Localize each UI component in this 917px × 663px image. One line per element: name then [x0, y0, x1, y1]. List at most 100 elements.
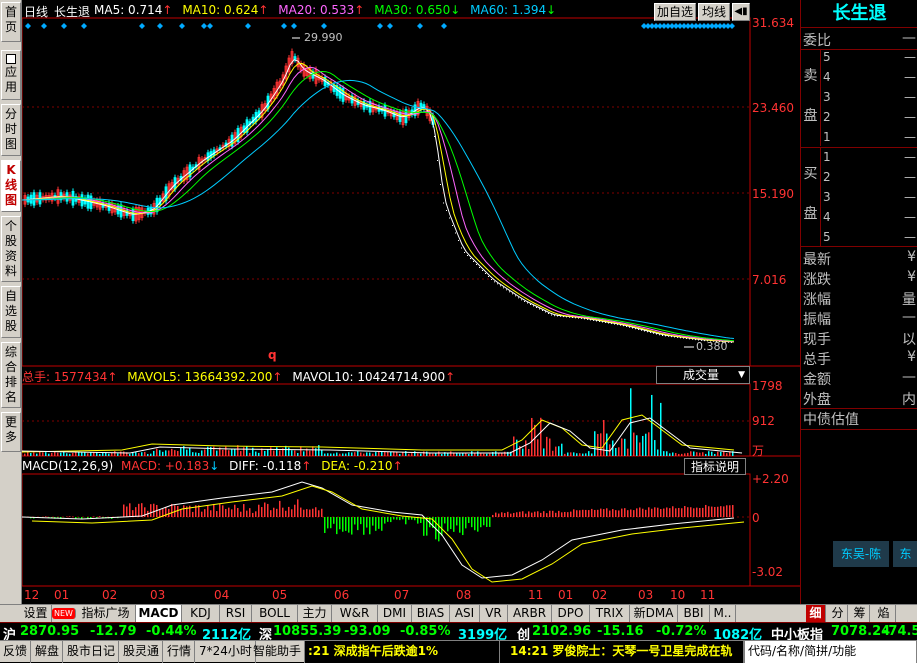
indicator-tab[interactable]: MACD	[136, 605, 182, 623]
search-input[interactable]: 代码/名称/简拼/功能	[744, 641, 917, 663]
sell-level-row[interactable]: 2—	[823, 110, 917, 124]
buy-level-row[interactable]: 4—	[823, 210, 917, 224]
event-marker-icon[interactable]	[139, 23, 145, 29]
event-marker-icon[interactable]	[417, 23, 423, 29]
news-ticker-1[interactable]: :21 深成指午后跌逾1%	[305, 641, 500, 663]
time-axis-label: 10	[670, 588, 685, 602]
news-24h-button[interactable]: 7*24小时	[196, 641, 256, 663]
event-marker-icon[interactable]	[387, 23, 393, 29]
event-marker-icon[interactable]	[25, 23, 31, 29]
volume-bar	[30, 453, 32, 456]
macd-hist-bar	[348, 517, 350, 533]
indicator-tab[interactable]: DPO	[552, 605, 590, 623]
broker-button[interactable]: 东吴-陈	[833, 541, 889, 567]
sell-level-row[interactable]: 4—	[823, 70, 917, 84]
event-marker-icon[interactable]	[207, 23, 213, 29]
stock-link-button[interactable]: 股灵通	[120, 641, 163, 663]
indicator-tab[interactable]: ARBR	[508, 605, 552, 623]
indicator-tab[interactable]: BIAS	[412, 605, 450, 623]
sidebar-item-stock-info[interactable]: 个股资料	[1, 216, 21, 282]
event-marker-icon[interactable]	[441, 23, 447, 29]
event-marker-icon[interactable]	[377, 23, 383, 29]
add-watchlist-button[interactable]: 加自选	[654, 3, 696, 21]
indicator-tab[interactable]: M..	[710, 605, 736, 623]
event-marker-icon[interactable]	[321, 23, 327, 29]
volume-bar	[180, 448, 182, 456]
volume-bar	[108, 454, 110, 456]
indicator-tab[interactable]: ASI	[450, 605, 480, 623]
buy-level-row[interactable]: 3—	[823, 190, 917, 204]
indicator-tab[interactable]: RSI	[220, 605, 252, 623]
macd-hist-bar	[252, 513, 254, 517]
sidebar-item-watchlist[interactable]: 自选股	[1, 286, 21, 338]
volume-bar	[702, 452, 704, 456]
indicator-tab[interactable]: 新DMA	[630, 605, 678, 623]
diary-button[interactable]: 股市日记	[64, 641, 119, 663]
volume-bar	[549, 439, 551, 456]
level-number: 4	[823, 210, 831, 224]
event-marker-icon[interactable]	[729, 23, 735, 29]
event-marker-icon[interactable]	[41, 23, 47, 29]
sidebar-item-more[interactable]: 更多	[1, 412, 21, 452]
macd-hist-bar	[669, 508, 671, 517]
indicator-tab[interactable]: VR	[480, 605, 508, 623]
volume-indicator-select[interactable]: 成交量▼	[656, 366, 750, 384]
macd-hist-bar	[321, 509, 323, 517]
indicator-tab[interactable]: TRIX	[590, 605, 630, 623]
sidebar-item-ranking[interactable]: 综合排名	[1, 342, 21, 408]
panel-tab[interactable]: 筹	[850, 605, 870, 623]
indicator-tab[interactable]: 主力	[298, 605, 332, 623]
event-marker-icon[interactable]	[201, 23, 207, 29]
event-marker-icon[interactable]	[281, 23, 287, 29]
sidebar-item-timeshare[interactable]: 分时图	[1, 104, 21, 156]
news-ticker-2[interactable]: 14:21 罗俊院士：天琴一号卫星完成在轨	[500, 641, 744, 663]
macd-hist-bar	[291, 509, 293, 517]
sell-level-row[interactable]: 3—	[823, 90, 917, 104]
sidebar-item-kline[interactable]: K线图	[1, 160, 21, 212]
volume-bar	[102, 453, 104, 456]
indicator-tab[interactable]: BBI	[678, 605, 710, 623]
analysis-button[interactable]: 解盘	[32, 641, 63, 663]
volume-bar	[90, 452, 92, 456]
event-marker-icon[interactable]	[157, 23, 163, 29]
sidebar-item-apps[interactable]: 应用	[1, 50, 21, 100]
sidebar-item-home[interactable]: 首页	[1, 2, 21, 42]
event-marker-icon[interactable]	[179, 23, 185, 29]
chart-menu-icon[interactable]: ◀▮	[732, 3, 750, 21]
event-marker-icon[interactable]	[245, 23, 251, 29]
event-markers[interactable]	[25, 23, 735, 29]
valuation-label[interactable]: 中债估值	[801, 408, 917, 430]
panel-tab[interactable]: 焰	[872, 605, 896, 623]
volume-bar	[60, 453, 62, 456]
ma-settings-button[interactable]: 均线	[698, 3, 730, 21]
indicator-tab[interactable]: DMI	[378, 605, 412, 623]
buy-level-row[interactable]: 2—	[823, 170, 917, 184]
indicator-tab[interactable]: 设置	[20, 605, 52, 623]
panel-tab[interactable]: 分	[828, 605, 848, 623]
stat-row: 最新¥	[801, 249, 917, 269]
volume-bar	[39, 452, 41, 456]
event-marker-icon[interactable]	[291, 23, 297, 29]
panel-tab[interactable]: 细	[806, 605, 826, 623]
broker-button-2[interactable]: 东	[893, 541, 917, 567]
buy-level-row[interactable]: 5—	[823, 230, 917, 244]
macd-hist-bar	[315, 507, 317, 517]
indicator-help-button[interactable]: 指标说明	[684, 458, 746, 475]
feedback-button[interactable]: 反馈	[0, 641, 31, 663]
volume-bar	[591, 453, 593, 456]
indicator-tab[interactable]: 指标广场	[76, 605, 136, 623]
sell-level-row[interactable]: 5—	[823, 50, 917, 64]
sell-level-row[interactable]: 1—	[823, 130, 917, 144]
macd-hist-bar	[621, 509, 623, 517]
indicator-tab[interactable]: BOLL	[252, 605, 298, 623]
event-marker-icon[interactable]	[81, 23, 87, 29]
volume-bar	[381, 451, 383, 456]
smart-assistant-button[interactable]: 智能助手	[250, 641, 305, 663]
buy-level-row[interactable]: 1—	[823, 150, 917, 164]
quotes-button[interactable]: 行情	[164, 641, 195, 663]
event-marker-icon[interactable]	[61, 23, 67, 29]
indicator-tab[interactable]: KDJ	[182, 605, 220, 623]
indicator-tab[interactable]: NEW	[52, 608, 76, 619]
indicator-tab[interactable]: W&R	[332, 605, 378, 623]
macd-hist-bar	[633, 510, 635, 517]
